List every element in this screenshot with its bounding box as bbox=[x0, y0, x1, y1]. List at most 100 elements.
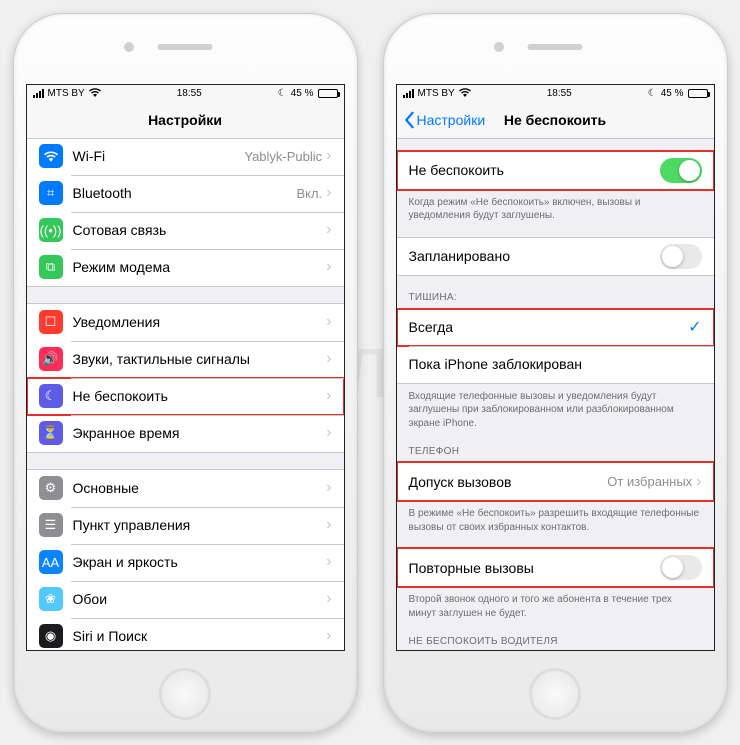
row-label: Всегда bbox=[409, 319, 689, 335]
moon-status-icon: ☾ bbox=[278, 88, 287, 99]
chevron-right-icon: › bbox=[326, 259, 331, 275]
display-icon: AA bbox=[39, 550, 63, 574]
row-label: Пункт управления bbox=[73, 517, 327, 533]
battery-percent: 45 % bbox=[661, 88, 684, 99]
clock: 18:55 bbox=[547, 88, 572, 99]
row-bluetooth[interactable]: ⌗ Bluetooth Вкл. › bbox=[27, 175, 344, 212]
silence-footer: Входящие телефонные вызовы и уведомления… bbox=[397, 384, 714, 431]
sliders-icon: ☰ bbox=[39, 513, 63, 537]
carrier-text: MTS BY bbox=[48, 88, 85, 99]
row-label: Bluetooth bbox=[73, 185, 297, 201]
row-label: Экранное время bbox=[73, 425, 327, 441]
row-label: Повторные вызовы bbox=[409, 560, 660, 576]
chevron-right-icon: › bbox=[326, 425, 331, 441]
carrier-text: MTS BY bbox=[418, 88, 455, 99]
row-display[interactable]: AA Экран и яркость › bbox=[27, 544, 344, 581]
phone-speaker bbox=[528, 44, 583, 50]
status-bar: MTS BY 18:55 ☾ 45 % bbox=[27, 85, 344, 103]
row-value: Вкл. bbox=[296, 186, 322, 201]
row-label: Основные bbox=[73, 480, 327, 496]
row-wallpaper[interactable]: ❀ Обои › bbox=[27, 581, 344, 618]
nav-bar: Настройки bbox=[27, 103, 344, 139]
row-cellular[interactable]: ((•)) Сотовая связь › bbox=[27, 212, 344, 249]
row-label: Wi-Fi bbox=[73, 148, 245, 164]
phone-speaker bbox=[158, 44, 213, 50]
row-siri[interactable]: ◉ Siri и Поиск › bbox=[27, 618, 344, 650]
chevron-right-icon: › bbox=[326, 185, 331, 201]
chevron-right-icon: › bbox=[326, 388, 331, 404]
chevron-left-icon bbox=[403, 111, 415, 129]
chevron-right-icon: › bbox=[326, 314, 331, 330]
battery-percent: 45 % bbox=[291, 88, 314, 99]
wifi-icon bbox=[39, 144, 63, 168]
phone-header: ТЕЛЕФОН bbox=[397, 430, 714, 462]
row-notifications[interactable]: ☐ Уведомления › bbox=[27, 304, 344, 341]
signal-icon bbox=[403, 89, 414, 98]
row-value: Yablyk-Public bbox=[244, 149, 322, 164]
home-button[interactable] bbox=[159, 668, 211, 720]
toggle-dnd[interactable] bbox=[660, 158, 702, 183]
chevron-right-icon: › bbox=[326, 351, 331, 367]
row-allow-calls[interactable]: Допуск вызовов От избранных › bbox=[397, 463, 714, 500]
allow-calls-footer: В режиме «Не беспокоить» разрешить входя… bbox=[397, 501, 714, 534]
back-button[interactable]: Настройки bbox=[403, 111, 486, 129]
repeated-footer: Второй звонок одного и того же абонента … bbox=[397, 587, 714, 620]
row-scheduled[interactable]: Запланировано bbox=[397, 238, 714, 275]
chevron-right-icon: › bbox=[326, 517, 331, 533]
wifi-icon bbox=[89, 88, 101, 100]
row-label: Запланировано bbox=[409, 248, 660, 264]
wifi-icon bbox=[459, 88, 471, 100]
row-sounds[interactable]: 🔊 Звуки, тактильные сигналы › bbox=[27, 341, 344, 378]
page-title: Не беспокоить bbox=[504, 112, 606, 128]
chevron-right-icon: › bbox=[326, 222, 331, 238]
row-label: Не беспокоить bbox=[409, 162, 660, 178]
toggle-repeated[interactable] bbox=[660, 555, 702, 580]
row-label: Звуки, тактильные сигналы bbox=[73, 351, 327, 367]
toggle-scheduled[interactable] bbox=[660, 244, 702, 269]
row-control-center[interactable]: ☰ Пункт управления › bbox=[27, 507, 344, 544]
chevron-right-icon: › bbox=[696, 474, 701, 490]
checkmark-icon: ✓ bbox=[688, 317, 701, 337]
silence-header: ТИШИНА: bbox=[397, 276, 714, 308]
hourglass-icon: ⏳ bbox=[39, 421, 63, 445]
row-label: Обои bbox=[73, 591, 327, 607]
back-label: Настройки bbox=[417, 112, 486, 128]
chevron-right-icon: › bbox=[326, 554, 331, 570]
row-label: Siri и Поиск bbox=[73, 628, 327, 644]
row-repeated-calls[interactable]: Повторные вызовы bbox=[397, 549, 714, 586]
row-screen-time[interactable]: ⏳ Экранное время › bbox=[27, 415, 344, 452]
row-general[interactable]: ⚙ Основные › bbox=[27, 470, 344, 507]
row-silence-always[interactable]: Всегда ✓ bbox=[397, 309, 714, 346]
clock: 18:55 bbox=[177, 88, 202, 99]
antenna-icon: ((•)) bbox=[39, 218, 63, 242]
row-label: Режим модема bbox=[73, 259, 327, 275]
row-wifi[interactable]: Wi-Fi Yablyk-Public › bbox=[27, 138, 344, 175]
nav-bar: Настройки Не беспокоить bbox=[397, 103, 714, 139]
row-label: Экран и яркость bbox=[73, 554, 327, 570]
siri-icon: ◉ bbox=[39, 624, 63, 648]
screen-left: MTS BY 18:55 ☾ 45 % Настройки Wi-Fi Yabl… bbox=[26, 84, 345, 651]
gear-icon: ⚙ bbox=[39, 476, 63, 500]
row-silence-locked[interactable]: Пока iPhone заблокирован bbox=[397, 346, 714, 383]
row-dnd-toggle[interactable]: Не беспокоить bbox=[397, 152, 714, 189]
screen-right: MTS BY 18:55 ☾ 45 % Настройки Не беспоко… bbox=[396, 84, 715, 651]
row-hotspot[interactable]: ⧉ Режим модема › bbox=[27, 249, 344, 286]
row-do-not-disturb[interactable]: ☾ Не беспокоить › bbox=[27, 378, 344, 415]
home-button[interactable] bbox=[529, 668, 581, 720]
battery-icon bbox=[318, 89, 338, 98]
chevron-right-icon: › bbox=[326, 591, 331, 607]
page-title: Настройки bbox=[148, 112, 222, 128]
notifications-icon: ☐ bbox=[39, 310, 63, 334]
moon-status-icon: ☾ bbox=[648, 88, 657, 99]
chevron-right-icon: › bbox=[326, 480, 331, 496]
row-label: Уведомления bbox=[73, 314, 327, 330]
signal-icon bbox=[33, 89, 44, 98]
driver-header: НЕ БЕСПОКОИТЬ ВОДИТЕЛЯ bbox=[397, 620, 714, 650]
row-value: От избранных bbox=[607, 474, 692, 489]
link-icon: ⧉ bbox=[39, 255, 63, 279]
dnd-footer: Когда режим «Не беспокоить» включен, выз… bbox=[397, 190, 714, 223]
row-label: Допуск вызовов bbox=[409, 474, 608, 490]
phone-camera bbox=[124, 42, 134, 52]
status-bar: MTS BY 18:55 ☾ 45 % bbox=[397, 85, 714, 103]
bluetooth-icon: ⌗ bbox=[39, 181, 63, 205]
